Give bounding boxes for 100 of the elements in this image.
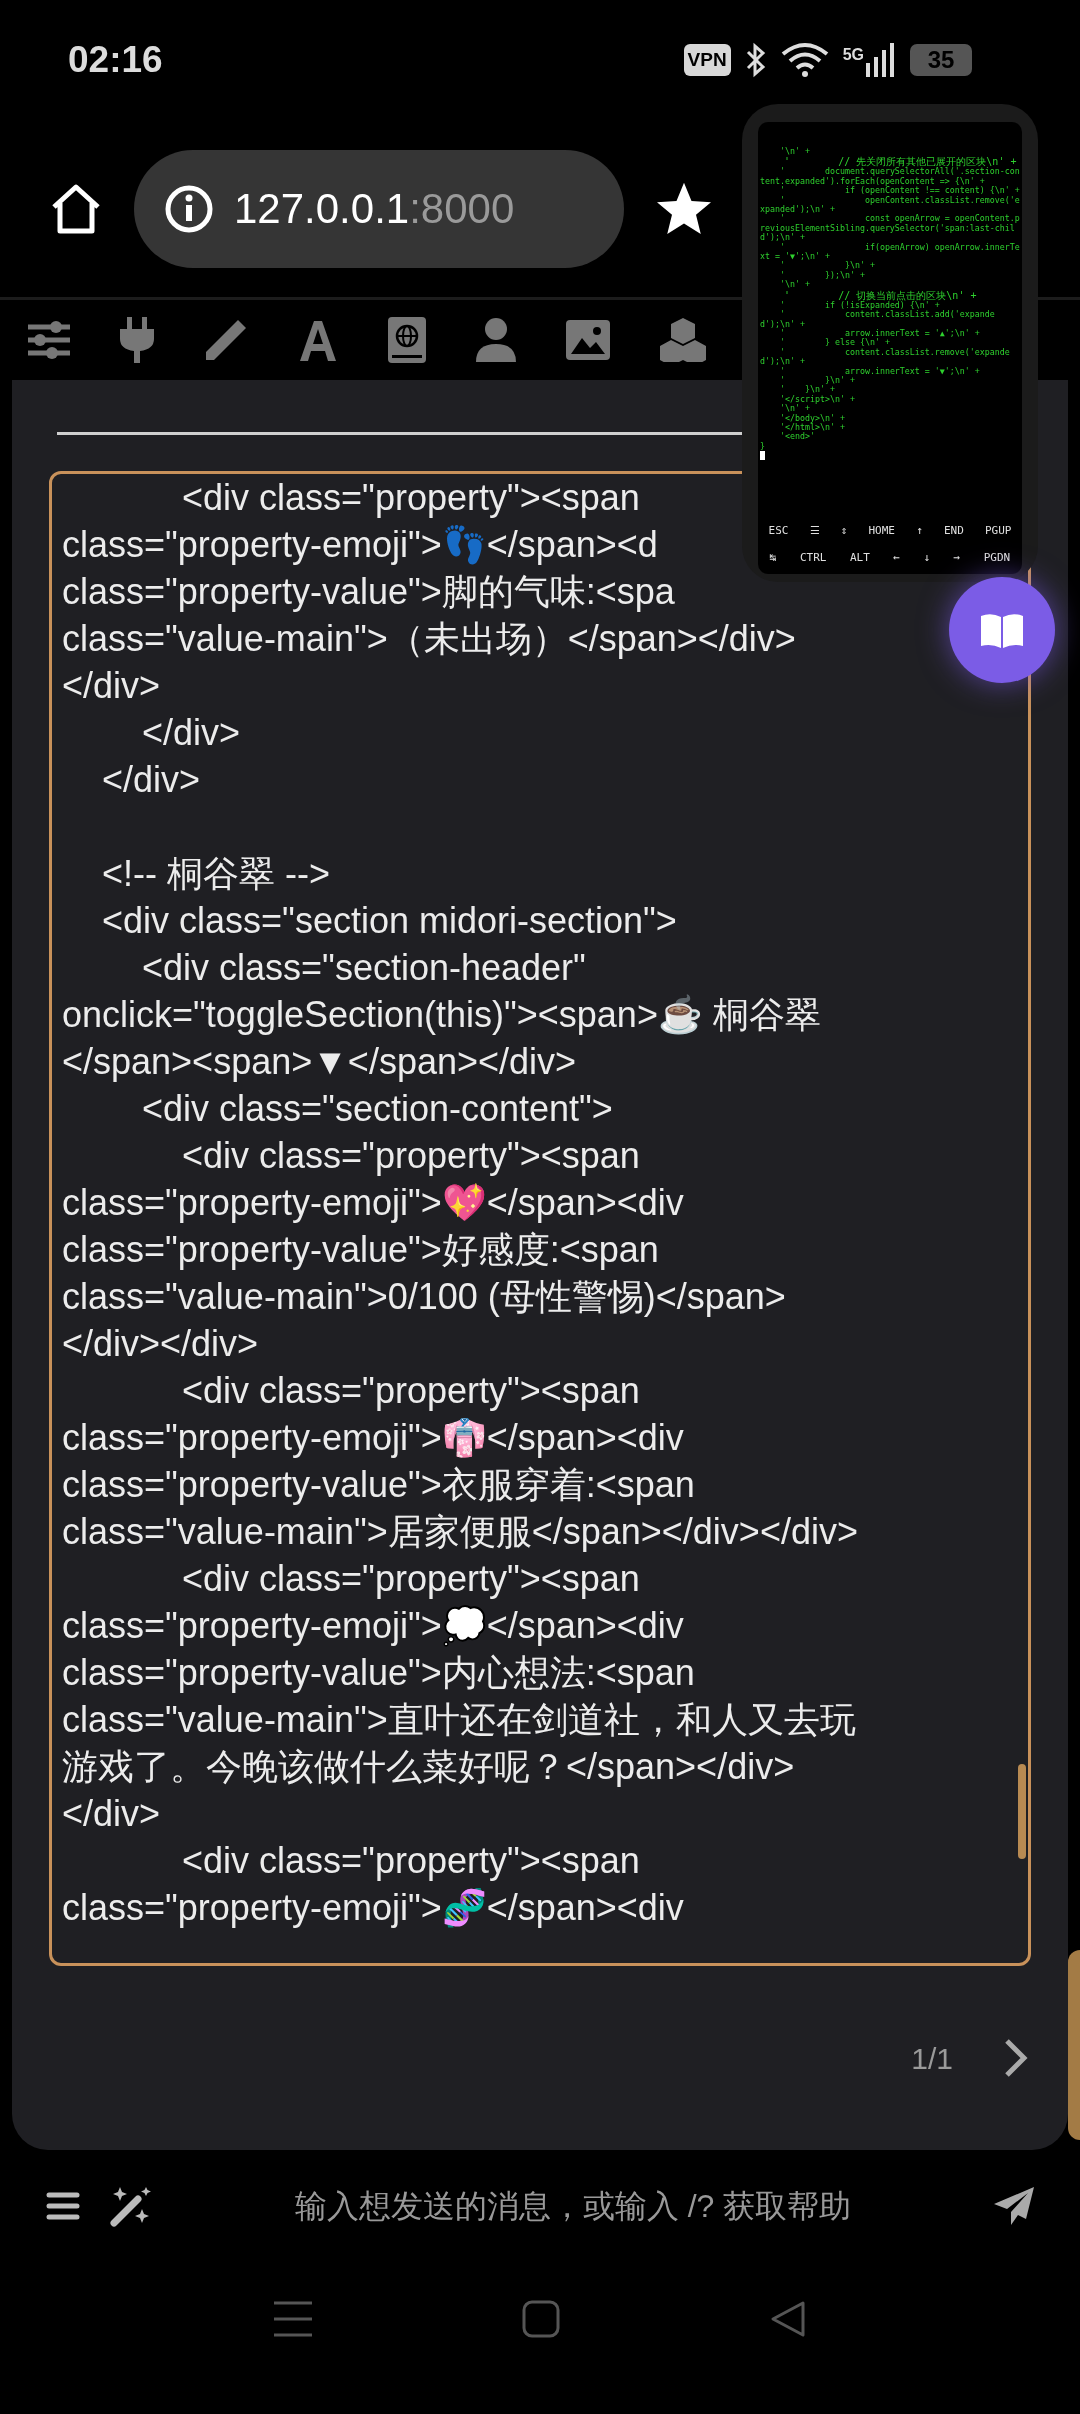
code-line: onclick="toggleSection(this)"><span>☕ 桐谷翠 (62, 993, 821, 1037)
terminal-line: ' }\n' + (779, 261, 876, 271)
code-line: 游戏了。今晚该做什么菜好呢？</span></div> (62, 1745, 795, 1789)
code-line: class="property-value">脚的气味:<spa (62, 570, 675, 614)
signal-icon (866, 43, 896, 77)
code-line: <div class="property"><span (181, 1134, 640, 1178)
code-line: class="value-main">0/100 (母性警惕)</span> (62, 1275, 786, 1319)
terminal-line: ' const openArrow = openContent.previousElementSibling.querySelector('span:last-child');\n' + (760, 214, 1020, 243)
image-icon[interactable] (566, 320, 610, 360)
terminal-key[interactable]: ↹ (769, 549, 777, 566)
terminal-line: ' document.querySelectorAll('.section-content.expanded').forEach(openContent => {\n' + (760, 167, 1020, 187)
terminal-key[interactable]: ↑ (916, 523, 923, 540)
terminal-line: ' // 切换当前点击的区块\n' + (783, 289, 978, 301)
terminal-key[interactable]: ESC (768, 523, 789, 540)
code-line: <div class="property"><span (181, 476, 640, 520)
terminal-key[interactable]: PGDN (983, 549, 1011, 566)
magic-wand-icon[interactable] (110, 2185, 152, 2227)
chevron-right-icon[interactable] (1003, 2037, 1029, 2079)
person-icon[interactable] (476, 318, 516, 362)
code-line: class="property-emoji">💖</span><div (62, 1181, 684, 1225)
terminal-line: ' }\n' + (779, 385, 836, 395)
terminal-line: ' } else {\n' + (779, 338, 891, 348)
code-line: </div> (101, 758, 201, 802)
terminal-key[interactable]: ☰ (809, 523, 820, 540)
vpn-indicator: VPN (683, 43, 731, 77)
terminal-line: ' openContent.classList.remove('expanded');\n' + (760, 195, 1020, 215)
terminal-key[interactable]: ← (893, 549, 900, 566)
terminal-cursor (760, 451, 765, 461)
terminal-line: ' // 先关闭所有其他已展开的区块\n' + (783, 156, 1017, 168)
terminal-line: '</html>\n' + (779, 422, 846, 432)
code-line: class="value-main">（未出场）</span></div> (62, 617, 796, 661)
code-line: <div class="section midori-section"> (101, 899, 677, 943)
scrollbar-thumb[interactable] (1018, 1764, 1026, 1859)
terminal-line: ' content.classList.add('expanded');\n' + (760, 310, 996, 329)
terminal-line: ' if (!isExpanded) {\n' + (779, 300, 940, 311)
send-icon[interactable] (994, 2187, 1034, 2225)
code-text-area[interactable] (49, 471, 1031, 1966)
code-line: class="property-emoji">👘</span><div (62, 1416, 684, 1460)
terminal-line: '</body>\n' + (779, 413, 846, 423)
terminal-line: '<end>' (779, 432, 816, 442)
wifi-icon (780, 42, 829, 78)
code-line: <div class="property"><span (181, 1369, 640, 1413)
code-line: class="property-emoji">👣</span><d (62, 523, 658, 567)
terminal-key[interactable]: ↓ (923, 549, 931, 566)
code-line: </div> (141, 711, 241, 755)
plug-icon[interactable] (120, 317, 154, 363)
clock-time: 02:16 (68, 38, 163, 83)
book-icon (979, 612, 1025, 648)
code-line: <div class="section-content"> (141, 1087, 613, 1131)
code-line: <!-- 桐谷翠 --> (101, 852, 330, 896)
terminal-line: '\n' + (779, 404, 810, 414)
code-line: class="property-value">内心想法:<span (62, 1651, 695, 1695)
address-bar[interactable]: 127.0.0.1:8000 (134, 149, 624, 268)
code-line: </span><span>▼</span></div> (62, 1040, 577, 1084)
code-line: <div class="property"><span (181, 1839, 640, 1883)
terminal-key[interactable]: PGUP (984, 523, 1012, 540)
terminal-key[interactable]: HOME (868, 523, 895, 540)
code-line: class="value-main">直叶还在剑道社，和人又去玩 (62, 1698, 856, 1742)
terminal-line: '\n' + (779, 280, 811, 290)
code-line: class="property-emoji">💭</span><div (62, 1604, 684, 1649)
terminal-line: ' content.classList.remove('expanded');\n' + (760, 347, 1011, 367)
message-input[interactable]: 输入想发送的消息，或输入 /? 获取帮助 (182, 2182, 964, 2230)
terminal-line: ' });\n' + (779, 270, 866, 280)
globe-book-icon[interactable] (388, 317, 426, 363)
page-counter: 1/1 (911, 2040, 953, 2077)
terminal-key[interactable]: → (953, 549, 961, 566)
terminal-line: ' if(openArrow) openArrow.innerText = '▼';\n' + (760, 242, 1020, 262)
page-scrollbar[interactable] (1068, 1950, 1080, 2140)
terminal-key[interactable]: CTRL (799, 549, 827, 566)
code-line: class="property-value">好感度:<span (62, 1228, 659, 1272)
code-line: </div></div> (62, 1322, 259, 1366)
terminal-line: ' arrow.innerText = '▼';\n' + (779, 366, 981, 376)
info-icon (164, 183, 214, 234)
code-line: class="property-emoji">🧬</span><div (62, 1886, 684, 1930)
terminal-line: ' arrow.innerText = '▲';\n' + (780, 328, 981, 338)
url-text: 127.0.0.1:8000 (234, 184, 515, 234)
terminal-key[interactable]: ALT (849, 549, 870, 566)
terminal-key[interactable]: ⇕ (840, 523, 848, 540)
font-icon[interactable] (298, 319, 338, 361)
home-button-icon[interactable] (522, 2300, 560, 2338)
terminal-line: '\n' + (779, 147, 811, 157)
battery-indicator: 35 (910, 44, 972, 76)
recent-apps-icon[interactable] (274, 2301, 312, 2337)
code-line: </div> (62, 1792, 161, 1836)
terminal-line: '</script>\n' + (779, 394, 856, 405)
code-line: class="property-value">衣服穿着:<span (62, 1463, 695, 1507)
back-icon[interactable] (770, 2300, 806, 2338)
menu-icon[interactable] (46, 2192, 80, 2220)
terminal-line: ' if (openContent !== content) {\n' + (780, 186, 1020, 196)
terminal-line: ' }\n' + (779, 375, 856, 385)
code-line: <div class="section-header" (141, 946, 586, 990)
terminal-line: } (760, 441, 766, 452)
code-line: class="value-main">居家便服</span></div></div> (62, 1510, 858, 1554)
pen-icon[interactable] (204, 318, 248, 362)
code-line: <div class="property"><span (181, 1557, 640, 1601)
cubes-icon[interactable] (660, 318, 706, 362)
bluetooth-icon (744, 42, 767, 78)
sliders-icon[interactable] (28, 320, 70, 360)
terminal-key[interactable]: END (943, 523, 964, 540)
code-line: </div> (62, 664, 161, 708)
